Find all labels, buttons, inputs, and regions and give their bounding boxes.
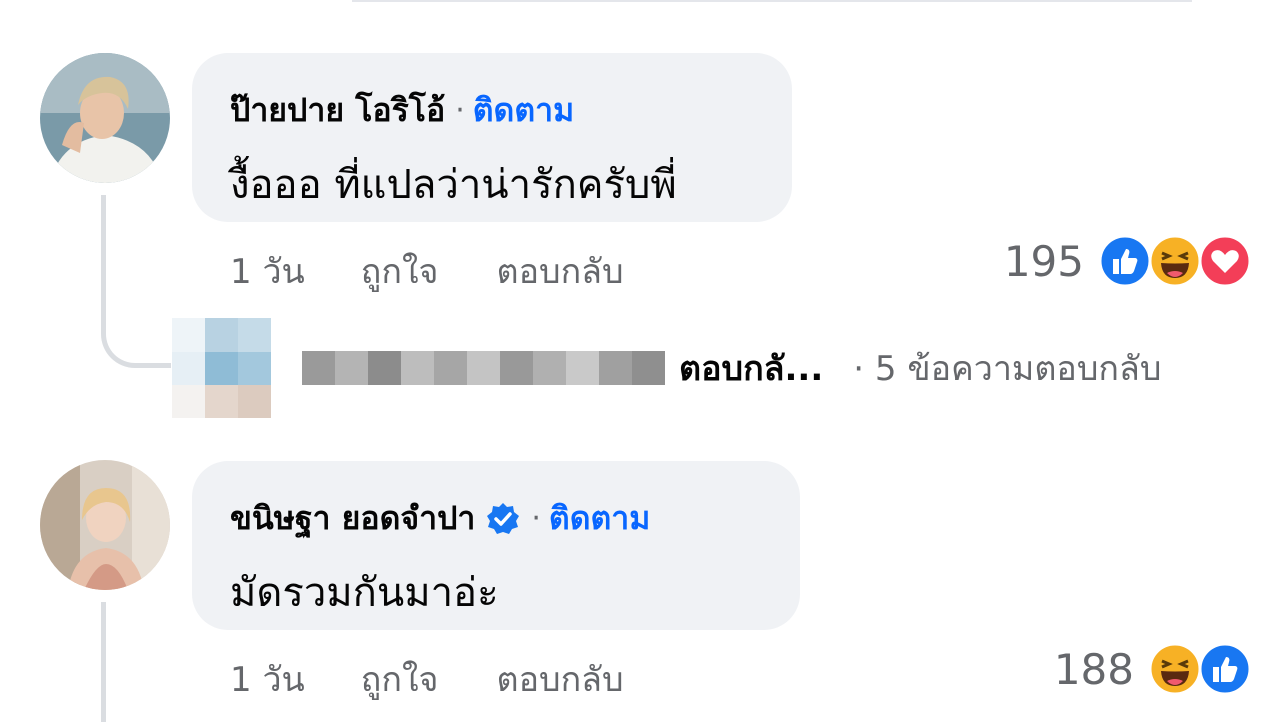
reply-avatar-blurred bbox=[172, 318, 272, 418]
reply-count-link[interactable]: · 5 ข้อความตอบกลับ bbox=[853, 341, 1161, 395]
comment-bubble: ขนิษฐา ยอดจำปา · ติดตาม มัดรวมกันมาอ่ะ bbox=[192, 461, 800, 630]
reaction-summary[interactable]: 188 bbox=[1054, 642, 1252, 696]
comment-author[interactable]: ขนิษฐา ยอดจำปา bbox=[230, 493, 475, 544]
like-button[interactable]: ถูกใจ bbox=[361, 652, 439, 706]
comment-timestamp[interactable]: 1 วัน bbox=[230, 244, 305, 298]
comment-author[interactable]: ป๊ายปาย โอริโอ้ bbox=[230, 85, 445, 136]
reply-button[interactable]: ตอบกลับ bbox=[496, 244, 623, 298]
comment-text: มัดรวมกันมาอ่ะ bbox=[230, 570, 499, 616]
like-icon bbox=[1198, 642, 1252, 696]
haha-icon bbox=[1148, 642, 1202, 696]
separator-dot: · bbox=[531, 501, 541, 536]
top-divider bbox=[352, 0, 1192, 2]
haha-icon bbox=[1148, 234, 1202, 288]
view-replies[interactable]: ตอบกลั... · 5 ข้อความตอบกลับ bbox=[172, 318, 1161, 418]
reply-text-blurred bbox=[302, 351, 665, 385]
thread-line bbox=[101, 195, 106, 325]
follow-button[interactable]: ติดตาม bbox=[549, 493, 650, 544]
reaction-count: 195 bbox=[1003, 236, 1084, 286]
thread-line-curve bbox=[101, 312, 171, 368]
love-icon bbox=[1198, 234, 1252, 288]
avatar[interactable] bbox=[40, 460, 170, 590]
separator-dot: · bbox=[455, 93, 465, 128]
follow-button[interactable]: ติดตาม bbox=[473, 85, 574, 136]
verified-badge-icon bbox=[485, 501, 521, 537]
reaction-count: 188 bbox=[1053, 644, 1134, 694]
thread-line bbox=[101, 602, 106, 722]
comment-bubble: ป๊ายปาย โอริโอ้ · ติดตาม งื้อออ ที่แปลว่… bbox=[192, 53, 792, 222]
reaction-summary[interactable]: 195 bbox=[1004, 234, 1252, 288]
comment-timestamp[interactable]: 1 วัน bbox=[230, 652, 305, 706]
reply-button[interactable]: ตอบกลับ bbox=[496, 652, 623, 706]
comment-actions: 1 วัน ถูกใจ ตอบกลับ bbox=[230, 244, 624, 298]
comment-text: งื้อออ ที่แปลว่าน่ารักครับพี่ bbox=[230, 162, 677, 208]
like-icon bbox=[1098, 234, 1152, 288]
like-button[interactable]: ถูกใจ bbox=[361, 244, 439, 298]
reply-snippet[interactable]: ตอบกลั... bbox=[679, 341, 823, 395]
avatar[interactable] bbox=[40, 53, 170, 183]
comment-actions: 1 วัน ถูกใจ ตอบกลับ bbox=[230, 652, 624, 706]
